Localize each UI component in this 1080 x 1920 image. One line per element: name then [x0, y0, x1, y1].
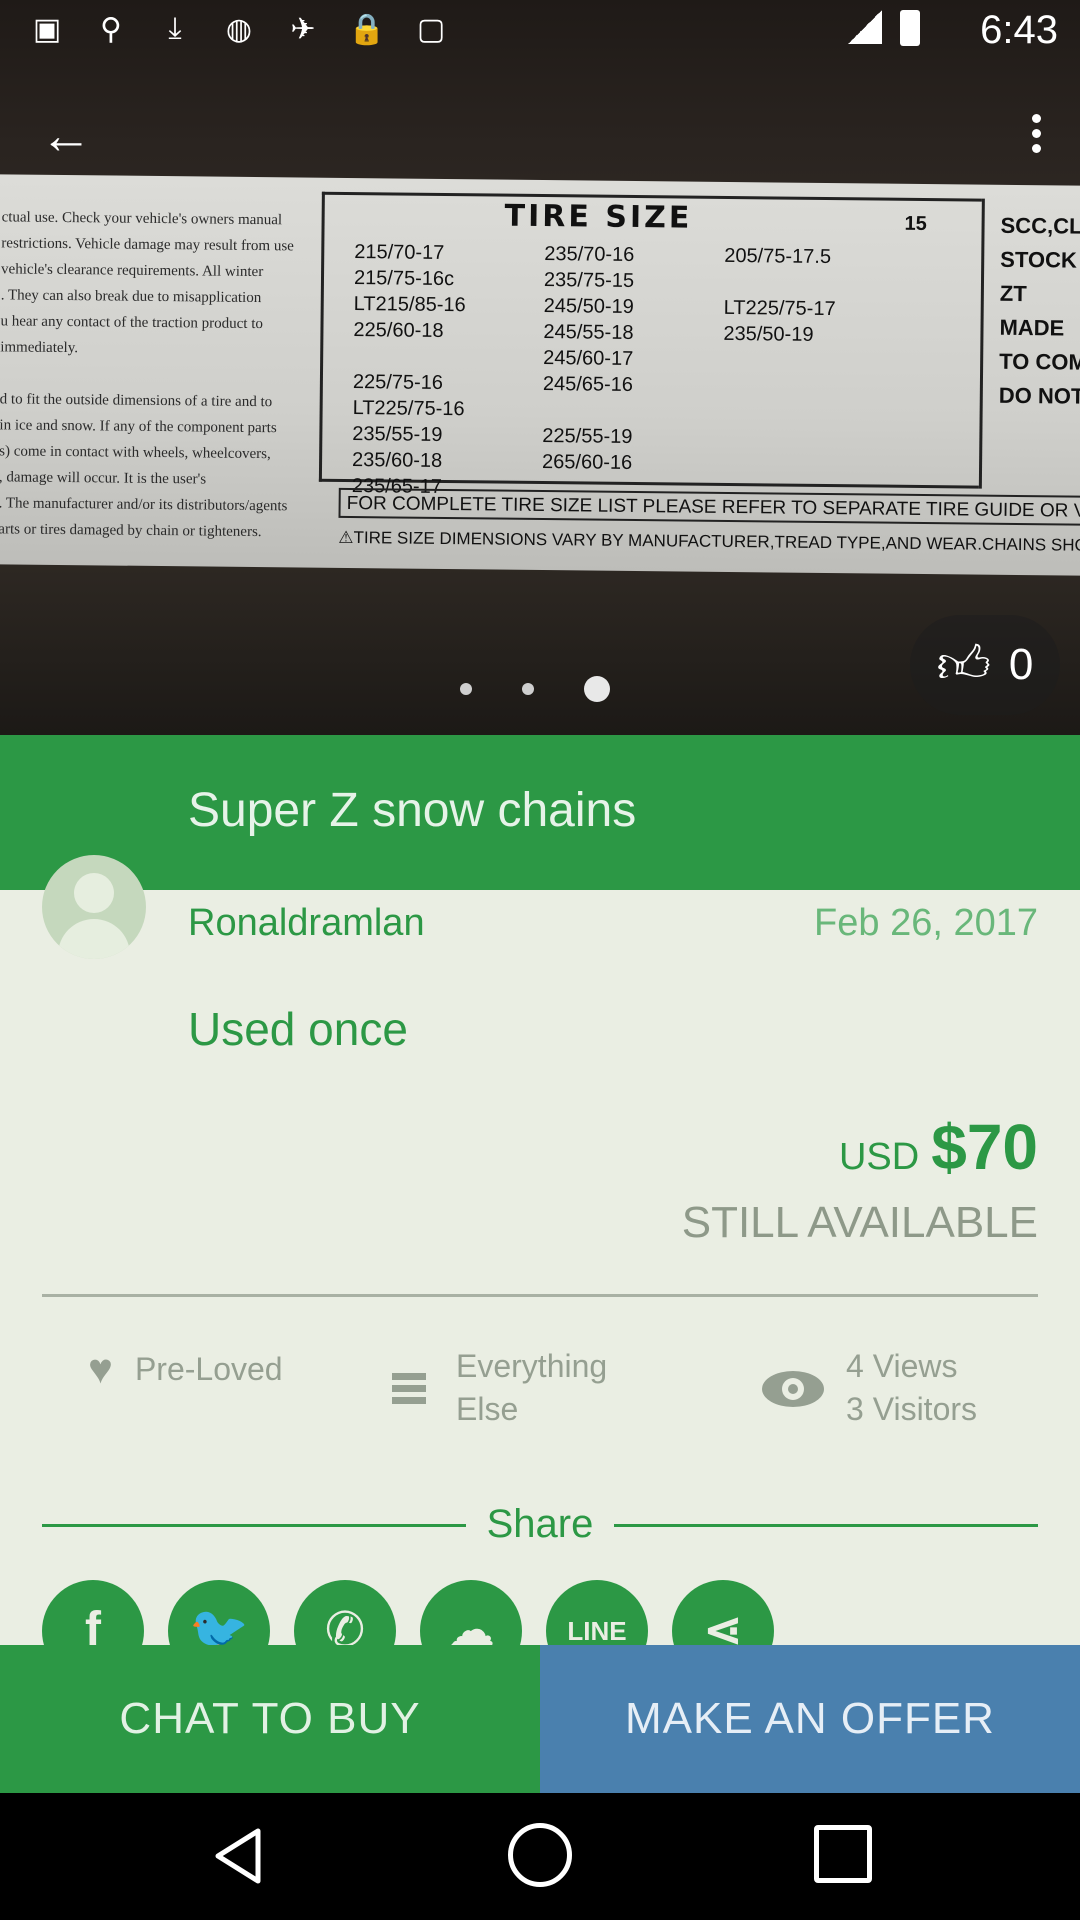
status-clock: 6:43: [980, 8, 1058, 52]
price-row: USD $70: [839, 1110, 1038, 1184]
like-count: 0: [1008, 640, 1034, 689]
details-divider: [42, 1294, 1038, 1297]
heart-icon: ♥: [88, 1345, 113, 1392]
share-divider-left: [42, 1524, 466, 1527]
tire-size-col-2: 235/70-16 235/75-15 245/50-19 245/55-18 …: [541, 243, 635, 474]
condition-info: ♥ Pre-Loved: [88, 1345, 283, 1393]
tire-size-col-3: 205/75-17.5 LT225/75-17 235/50-19: [723, 244, 836, 346]
android-icon: ▢: [416, 13, 446, 46]
pager-dot[interactable]: [522, 683, 534, 695]
label-right-box: SCC,CL STOCK ZT MADE TO COMPLY DO NOT E: [978, 198, 1080, 490]
title-band: Super Z snow chains: [0, 735, 1080, 890]
views-stats: 4 Views 3 Visitors: [846, 1345, 977, 1431]
nav-back-icon[interactable]: [214, 1827, 262, 1885]
nav-recents-icon[interactable]: [814, 1825, 872, 1883]
make-offer-button[interactable]: MAKE AN OFFER: [540, 1645, 1080, 1793]
lock-icon: 🔒: [348, 13, 386, 46]
availability-status: STILL AVAILABLE: [681, 1198, 1038, 1247]
seller-name[interactable]: Ronaldramlan: [188, 902, 425, 945]
visitors-count: 3 Visitors: [846, 1391, 978, 1427]
views-info: 4 Views 3 Visitors: [762, 1345, 977, 1431]
system-navigation-bar: [0, 1793, 1080, 1920]
more-options-icon[interactable]: [1016, 108, 1056, 168]
category-line-2: Else: [456, 1391, 519, 1427]
tire-size-number: 15: [904, 212, 927, 236]
thumbs-up-icon: 👍︎: [936, 636, 991, 694]
pin-icon: ⚲: [100, 13, 122, 46]
category-line-1: Everything: [456, 1348, 608, 1384]
photo-pager-dots: [460, 676, 610, 702]
nav-home-icon[interactable]: [508, 1823, 572, 1887]
download-icon: ⤓: [168, 12, 182, 45]
condition-label: Pre-Loved: [134, 1350, 283, 1387]
listing-description: Used once: [188, 1003, 408, 1055]
share-divider-right: [614, 1524, 1038, 1527]
pager-dot-active[interactable]: [584, 676, 610, 702]
facebook-notification-icon: ▣: [32, 13, 62, 46]
seller-avatar[interactable]: [42, 855, 146, 959]
label-refer-line: FOR COMPLETE TIRE SIZE LIST PLEASE REFER…: [338, 487, 1080, 526]
listing-title: Super Z snow chains: [188, 784, 637, 837]
listing-photo[interactable]: ctual use. Check your vehicle's owners m…: [0, 0, 1080, 735]
tire-size-col-1: 215/70-17 215/75-16c LT215/85-16 225/60-…: [351, 241, 466, 498]
label-left-text: ctual use. Check your vehicle's owners m…: [0, 209, 294, 541]
signal-icon: [848, 10, 882, 44]
tire-size-label-image: ctual use. Check your vehicle's owners m…: [0, 174, 1080, 576]
tire-size-table: TIRE SIZE 15 215/70-17 215/75-16c LT215/…: [318, 191, 982, 498]
category-label: Everything Else: [456, 1345, 607, 1431]
label-right-text: SCC,CL STOCK ZT MADE TO COMPLY DO NOT E: [998, 212, 1080, 409]
chat-to-buy-button[interactable]: CHAT TO BUY: [0, 1645, 540, 1793]
views-count: 4 Views: [846, 1348, 958, 1384]
share-label: Share: [486, 1502, 594, 1546]
adjust-icon: ◍: [225, 13, 253, 46]
like-button[interactable]: 👍︎ 0: [910, 615, 1060, 715]
listing-date: Feb 26, 2017: [814, 902, 1038, 944]
status-bar-system-icons: [848, 10, 920, 46]
fake-gps-icon: ✈: [290, 13, 316, 46]
tire-size-heading: TIRE SIZE: [504, 198, 693, 236]
eye-icon: [762, 1367, 824, 1409]
status-bar: ▣ ⚲ ⤓ ◍ ✈ 🔒 ▢ 6:43: [0, 0, 1080, 60]
line-glyph: LINE: [567, 1616, 627, 1646]
pager-dot[interactable]: [460, 683, 472, 695]
category-info[interactable]: Everything Else: [392, 1345, 607, 1431]
label-warning-line: ⚠TIRE SIZE DIMENSIONS VARY BY MANUFACTUR…: [338, 527, 1080, 556]
back-arrow-icon[interactable]: ←: [40, 108, 110, 164]
battery-icon: [900, 10, 920, 46]
price-value: $70: [931, 1111, 1038, 1183]
list-icon: [392, 1368, 426, 1409]
price-currency: USD: [838, 1136, 920, 1178]
status-bar-notification-icons: ▣ ⚲ ⤓ ◍ ✈ 🔒 ▢: [28, 12, 450, 47]
